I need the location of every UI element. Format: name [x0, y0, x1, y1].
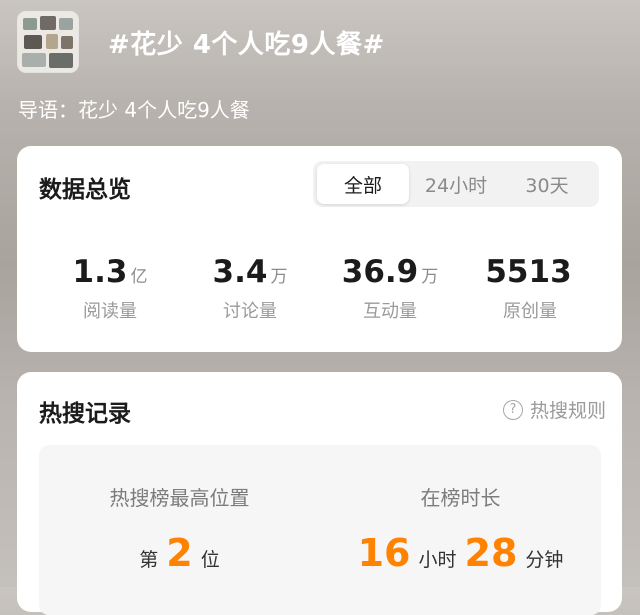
stat-label: 原创量 [503, 301, 557, 322]
overview-title: 数据总览 [39, 177, 131, 203]
stat-originals: 5513 原创量 [460, 254, 600, 323]
topic-header: #花少 4个人吃9人餐# [18, 12, 385, 72]
thumbnail-photo-tile [24, 35, 42, 49]
time-range-tabs: 全部 24小时 30天 [313, 161, 599, 207]
minutes-unit: 分钟 [525, 549, 564, 571]
stat-value: 3.4 [212, 254, 268, 290]
stat-unit: 亿 [130, 267, 148, 287]
hot-record-panel: 热搜榜最高位置 第 2 位 在榜时长 16 小时 28 分钟 [39, 445, 601, 615]
thumbnail-photo-tile [22, 53, 46, 67]
stat-label: 互动量 [363, 301, 417, 322]
hours-unit: 小时 [418, 549, 457, 571]
stat-label: 阅读量 [83, 301, 137, 322]
topic-thumbnail[interactable] [18, 12, 78, 72]
thumbnail-photo-tile [23, 18, 37, 30]
stat-reads: 1.3 亿 阅读量 [40, 254, 180, 323]
highest-rank-block: 热搜榜最高位置 第 2 位 [39, 482, 320, 573]
thumbnail-photo-tile [49, 53, 73, 68]
thumbnail-photo-tile [59, 18, 73, 30]
stat-value: 1.3 [72, 254, 128, 290]
rank-suffix: 位 [200, 549, 220, 571]
rules-label: 热搜规则 [529, 400, 606, 422]
highest-rank-label: 热搜榜最高位置 [109, 486, 250, 510]
hot-search-rules-link[interactable]: ? 热搜规则 [502, 396, 606, 423]
duration-block: 在榜时长 16 小时 28 分钟 [320, 482, 601, 573]
hot-search-record-card: 热搜记录 ? 热搜规则 热搜榜最高位置 第 2 位 在榜时长 16 小时 28 … [17, 372, 622, 615]
tab-24-hours[interactable]: 24小时 [409, 164, 503, 204]
stat-unit: 万 [270, 267, 288, 287]
thumbnail-photo-tile [61, 36, 73, 49]
thumbnail-photo-tile [40, 16, 56, 30]
tab-30-days[interactable]: 30天 [503, 164, 591, 204]
overview-stats: 1.3 亿 阅读量 3.4 万 讨论量 36.9 万 互动量 5513 原创量 [17, 254, 622, 323]
rank-prefix: 第 [139, 549, 159, 571]
thumbnail-photo-tile [46, 34, 58, 49]
duration-hours: 16 [357, 531, 411, 575]
topic-intro: 导语：花少 4个人吃9人餐 [18, 98, 250, 122]
duration-minutes: 28 [464, 531, 518, 575]
stat-discussions: 3.4 万 讨论量 [180, 254, 320, 323]
topic-title: #花少 4个人吃9人餐# [108, 29, 385, 60]
stat-value: 36.9 [341, 254, 419, 290]
stat-interactions: 36.9 万 互动量 [320, 254, 460, 323]
question-circle-icon: ? [502, 399, 523, 420]
stat-unit: 万 [421, 267, 439, 287]
data-overview-card: 数据总览 全部 24小时 30天 1.3 亿 阅读量 3.4 万 讨论量 36.9 万… [17, 146, 622, 352]
rank-value: 2 [166, 531, 193, 575]
duration-label: 在榜时长 [420, 486, 501, 510]
stat-label: 讨论量 [223, 301, 277, 322]
tab-all[interactable]: 全部 [317, 164, 409, 204]
hot-record-title: 热搜记录 [39, 401, 131, 427]
stat-value: 5513 [485, 254, 572, 290]
